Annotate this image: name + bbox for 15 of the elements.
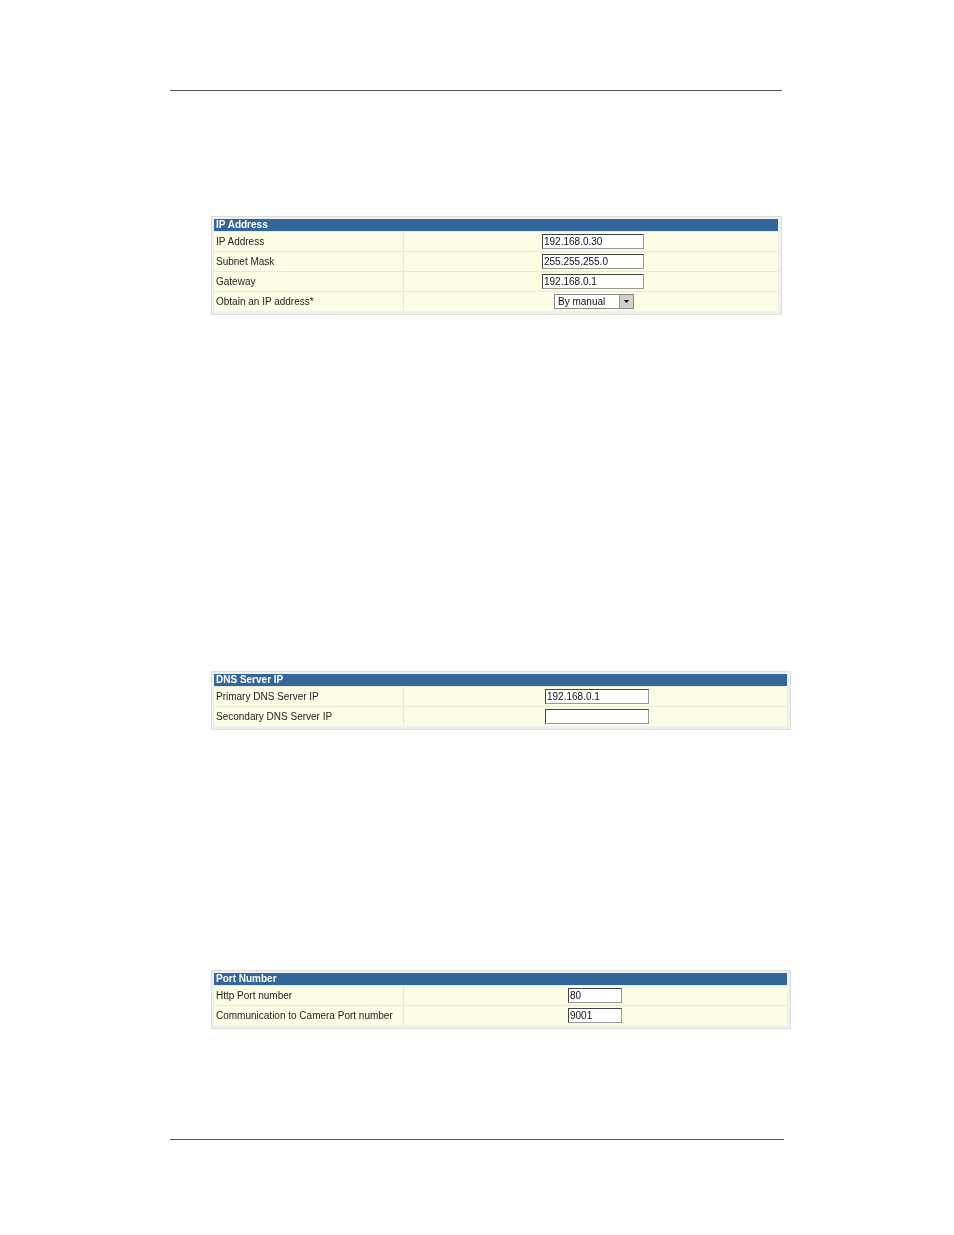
panel-title: DNS Server IP bbox=[214, 674, 787, 686]
input-field[interactable]: 9001 bbox=[568, 1008, 622, 1023]
caret-icon bbox=[619, 295, 633, 308]
dropdown[interactable]: By manual bbox=[554, 294, 634, 309]
input-field[interactable]: 255.255.255.0 bbox=[542, 254, 644, 269]
field-label: Communication to Camera Port number bbox=[214, 1006, 404, 1025]
input-field[interactable]: 192.168.0.30 bbox=[542, 234, 644, 249]
input-field[interactable]: 192.168.0.1 bbox=[545, 689, 649, 704]
input-field[interactable]: 80 bbox=[568, 988, 622, 1003]
input-field[interactable] bbox=[545, 709, 649, 724]
panel-title: IP Address bbox=[214, 219, 778, 231]
input-field[interactable]: 192.168.0.1 bbox=[542, 274, 644, 289]
panel-title: Port Number bbox=[214, 973, 787, 985]
field-label: Obtain an IP address* bbox=[214, 292, 404, 311]
field-label: Secondary DNS Server IP bbox=[214, 707, 404, 726]
